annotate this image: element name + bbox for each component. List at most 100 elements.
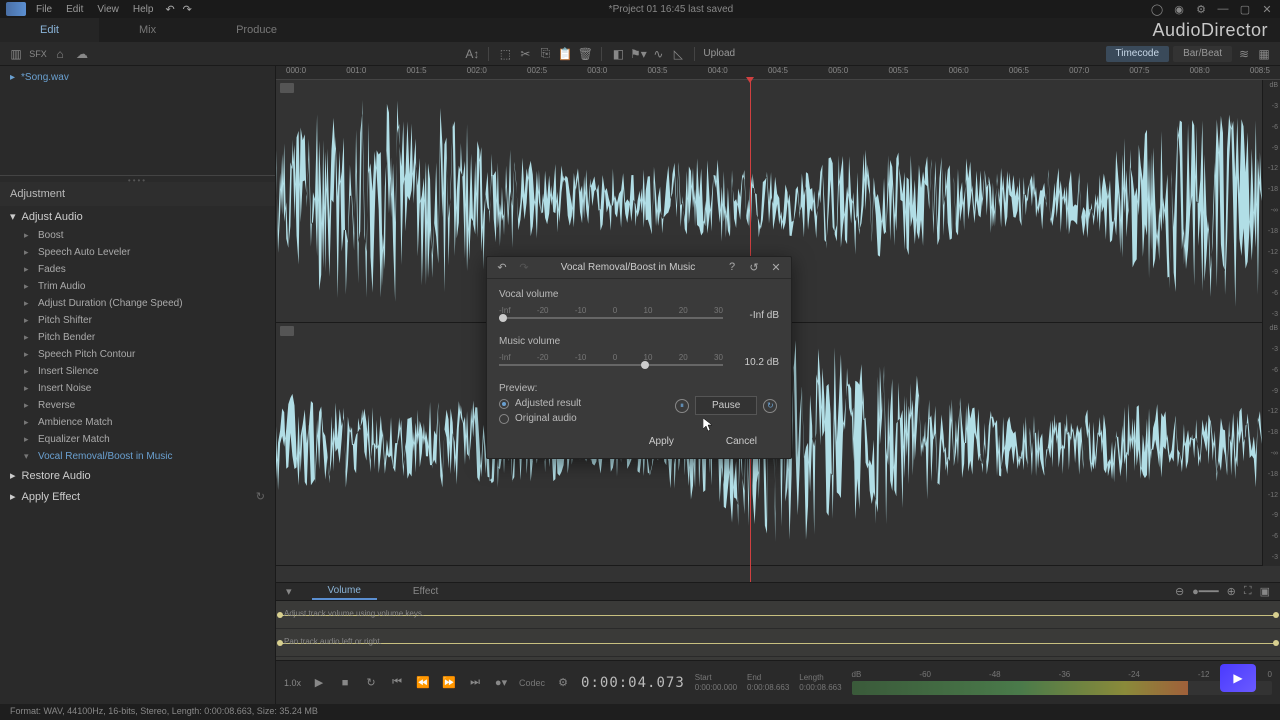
tab-volume[interactable]: Volume [312, 583, 377, 600]
zoom-selection-icon[interactable]: ▣ [1260, 585, 1270, 598]
paste-icon[interactable]: 📋 [557, 46, 573, 62]
dialog-help-icon[interactable]: ? [725, 261, 739, 275]
restore-audio-header[interactable]: ▸ Restore Audio [0, 465, 275, 486]
next-button[interactable]: ⏭ [467, 675, 483, 691]
minimize-icon[interactable]: — [1216, 2, 1230, 16]
normalize-icon[interactable]: ∿ [650, 46, 666, 62]
codec-settings-icon[interactable]: ⚙ [555, 675, 571, 691]
adjust-audio-header[interactable]: ▾ Adjust Audio [0, 206, 275, 227]
select-tool-icon[interactable]: ⬚ [497, 46, 513, 62]
file-list: ▸ *Song.wav [0, 66, 275, 176]
adjust-item[interactable]: ▸Adjust Duration (Change Speed) [0, 295, 275, 312]
cut-tool-icon[interactable]: ✂ [517, 46, 533, 62]
zoom-slider[interactable]: ●━━━ [1192, 585, 1219, 598]
preview-loop-icon[interactable]: ↻ [763, 399, 777, 413]
adjust-item[interactable]: ▸Boost [0, 227, 275, 244]
spectral-view-icon[interactable]: ▦ [1256, 46, 1272, 62]
account-icon[interactable]: ◯ [1150, 2, 1164, 16]
time-ruler[interactable]: 000:0001:0001:5002:0002:5003:0003:5004:0… [276, 66, 1280, 80]
library-icon[interactable]: ▥ [8, 46, 24, 62]
dialog-close-icon[interactable]: ✕ [769, 261, 783, 275]
zoom-in-icon[interactable]: ⊕ [1227, 585, 1236, 598]
volume-envelope-track[interactable]: Adjust track volume using volume keys. [276, 601, 1280, 629]
dialog-redo-icon[interactable]: ↷ [517, 261, 531, 275]
timecode-display: 0:00:04.073 [581, 675, 685, 691]
textsize-icon[interactable]: A↕ [464, 46, 480, 62]
collapse-icon: ▾ [10, 210, 16, 223]
mode-tab-mix[interactable]: Mix [99, 18, 196, 42]
menu-file[interactable]: File [36, 4, 52, 15]
clip-marker-icon [280, 83, 294, 93]
end-label: End [747, 673, 789, 682]
envelope-panel: Adjust track volume using volume keys. P… [276, 600, 1280, 660]
play-button[interactable]: ▶ [311, 675, 327, 691]
music-volume-slider[interactable]: -Inf-20-100102030 [499, 353, 723, 371]
loop-button[interactable]: ↻ [363, 675, 379, 691]
mode-tab-edit[interactable]: Edit [0, 18, 99, 42]
adjust-item[interactable]: ▸Ambience Match [0, 414, 275, 431]
prev-button[interactable]: ⏮ [389, 675, 405, 691]
barbeat-toggle[interactable]: Bar/Beat [1173, 46, 1232, 62]
toolbar: ▥ SFX ⌂ ☁ A↕ ⬚ ✂ ⎘ 📋 🗑 ◧ ⚑▾ ∿ ◺ Upload T… [0, 42, 1280, 66]
adjust-item[interactable]: ▸Pitch Bender [0, 329, 275, 346]
preview-label: Preview: [499, 383, 779, 394]
app-badge-icon[interactable] [1220, 664, 1256, 692]
forward-button[interactable]: ⏩ [441, 675, 457, 691]
adjust-item[interactable]: ▸Speech Pitch Contour [0, 346, 275, 363]
fade-icon[interactable]: ◺ [670, 46, 686, 62]
redo-icon[interactable]: ↷ [183, 3, 192, 16]
tab-effect[interactable]: Effect [397, 584, 454, 599]
pause-button[interactable]: Pause [695, 396, 757, 415]
crop-icon[interactable]: ◧ [610, 46, 626, 62]
apply-effect-header[interactable]: ▸ Apply Effect ↻ [0, 486, 275, 507]
file-name: *Song.wav [21, 72, 69, 83]
collapse-panel-icon[interactable]: ▾ [286, 585, 292, 598]
reload-icon[interactable]: ↻ [256, 490, 265, 503]
adjust-item[interactable]: ▸Equalizer Match [0, 431, 275, 448]
menu-view[interactable]: View [97, 4, 119, 15]
timecode-toggle[interactable]: Timecode [1106, 46, 1170, 62]
menu-edit[interactable]: Edit [66, 4, 83, 15]
zoom-out-icon[interactable]: ⊖ [1175, 585, 1184, 598]
project-title: *Project 01 16:45 last saved [192, 4, 1150, 15]
pan-envelope-track[interactable]: Pan track audio left or right. [276, 629, 1280, 657]
adjust-item[interactable]: ▸Insert Silence [0, 363, 275, 380]
delete-icon[interactable]: 🗑 [577, 46, 593, 62]
dialog-undo-icon[interactable]: ↶ [495, 261, 509, 275]
bottom-tabs: ▾ Volume Effect ⊖ ●━━━ ⊕ ⛶ ▣ [276, 582, 1280, 600]
end-value: 0:00:08.663 [747, 683, 789, 692]
waveform-view-icon[interactable]: ≋ [1236, 46, 1252, 62]
cancel-button[interactable]: Cancel [704, 433, 779, 450]
cloud-icon[interactable]: ☁ [74, 46, 90, 62]
sfx-icon[interactable]: SFX [30, 46, 46, 62]
zoom-fit-icon[interactable]: ⛶ [1244, 585, 1252, 598]
play-file-icon[interactable]: ▸ [10, 72, 15, 83]
stop-button[interactable]: ■ [337, 675, 353, 691]
adjust-item[interactable]: ▾Vocal Removal/Boost in Music [0, 448, 275, 465]
vocal-volume-slider[interactable]: -Inf-20-100102030 [499, 306, 723, 324]
close-icon[interactable]: ✕ [1260, 2, 1274, 16]
maximize-icon[interactable]: ▢ [1238, 2, 1252, 16]
apply-button[interactable]: Apply [627, 433, 696, 450]
preview-pause-icon[interactable]: ⏸ [675, 399, 689, 413]
record-button[interactable]: ●▾ [493, 675, 509, 691]
dialog-reset-icon[interactable]: ↺ [747, 261, 761, 275]
undo-icon[interactable]: ↶ [165, 3, 174, 16]
adjust-item[interactable]: ▸Fades [0, 261, 275, 278]
adjust-item[interactable]: ▸Speech Auto Leveler [0, 244, 275, 261]
adjust-item[interactable]: ▸Insert Noise [0, 380, 275, 397]
rewind-button[interactable]: ⏪ [415, 675, 431, 691]
menu-help[interactable]: Help [133, 4, 154, 15]
copy-icon[interactable]: ⎘ [537, 46, 553, 62]
adjust-item[interactable]: ▸Trim Audio [0, 278, 275, 295]
file-item[interactable]: ▸ *Song.wav [4, 70, 271, 85]
mode-tab-produce[interactable]: Produce [196, 18, 317, 42]
settings-icon[interactable]: ⚙ [1194, 2, 1208, 16]
notifications-icon[interactable]: ◉ [1172, 2, 1186, 16]
adjust-item[interactable]: ▸Reverse [0, 397, 275, 414]
marker-icon[interactable]: ⚑▾ [630, 46, 646, 62]
store-icon[interactable]: ⌂ [52, 46, 68, 62]
upload-button[interactable]: Upload [703, 48, 735, 59]
adjust-item[interactable]: ▸Pitch Shifter [0, 312, 275, 329]
playback-speed[interactable]: 1.0x [284, 678, 301, 688]
